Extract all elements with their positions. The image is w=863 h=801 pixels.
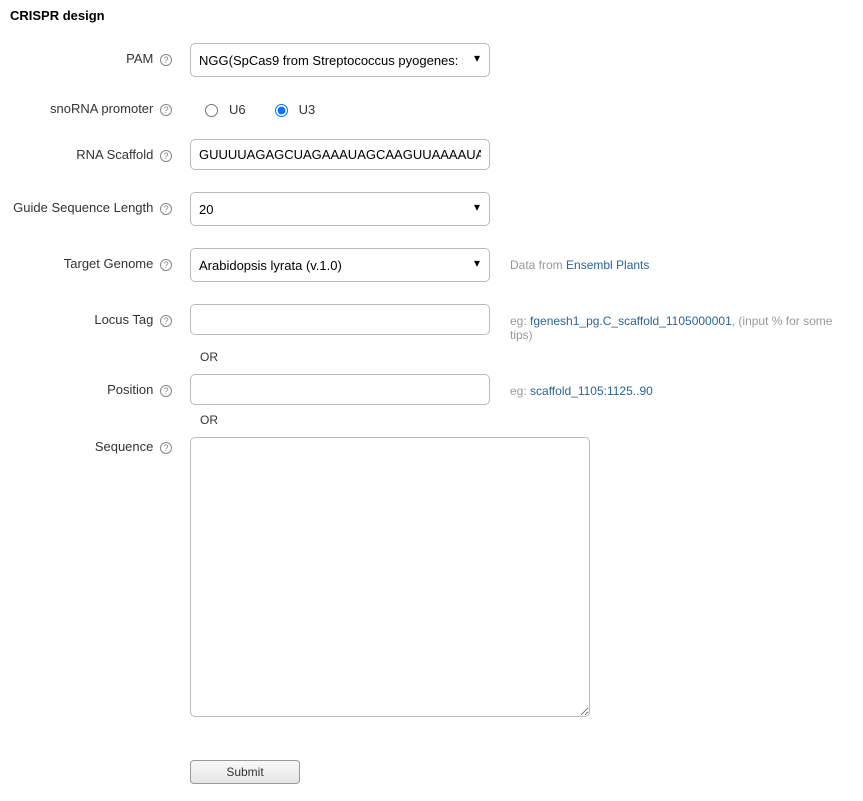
label-snorna-text: snoRNA promoter [50,101,153,116]
radio-u6-label: U6 [229,102,246,117]
hint-locus-prefix: eg: [510,314,530,328]
pam-select-wrap: NGG(SpCas9 from Streptococcus pyogenes: … [190,43,490,77]
label-snorna: snoRNA promoter ? [10,99,190,116]
radio-u3-label: U3 [299,102,316,117]
label-target-genome-text: Target Genome [64,256,154,271]
hint-position: eg: scaffold_1105:1125..90 [490,374,853,398]
help-icon[interactable]: ? [160,385,172,397]
row-snorna: snoRNA promoter ? U6 U3 [10,99,853,117]
help-icon[interactable]: ? [160,150,172,162]
label-rna-scaffold-text: RNA Scaffold [76,147,153,162]
help-icon[interactable]: ? [160,54,172,66]
row-pam: PAM ? NGG(SpCas9 from Streptococcus pyog… [10,43,853,77]
position-example-link[interactable]: scaffold_1105:1125..90 [530,384,653,398]
hint-locus-tag: eg: fgenesh1_pg.C_scaffold_1105000001, (… [490,304,853,342]
guide-len-select-wrap: 20 [190,192,490,226]
radio-u6-input[interactable] [205,104,218,117]
label-pam: PAM ? [10,43,190,66]
label-sequence: Sequence ? [10,437,190,454]
label-rna-scaffold: RNA Scaffold ? [10,139,190,162]
help-icon[interactable]: ? [160,104,172,116]
radio-u6[interactable]: U6 [200,101,246,117]
guide-len-select[interactable]: 20 [190,192,490,226]
radio-u3-input[interactable] [275,104,288,117]
label-position-text: Position [107,382,153,397]
label-locus-tag: Locus Tag ? [10,304,190,327]
label-guide-len-text: Guide Sequence Length [13,200,153,215]
help-icon[interactable]: ? [160,315,172,327]
or-separator-1: OR [190,350,853,374]
locus-tag-input[interactable] [190,304,490,335]
submit-button[interactable]: Submit [190,760,300,784]
hint-target-genome-prefix: Data from [510,258,566,272]
label-position: Position ? [10,374,190,397]
locus-tag-example-link[interactable]: fgenesh1_pg.C_scaffold_1105000001 [530,314,732,328]
position-input[interactable] [190,374,490,405]
label-locus-tag-text: Locus Tag [94,312,153,327]
snorna-radio-group: U6 U3 [190,99,490,117]
label-sequence-text: Sequence [95,439,154,454]
pam-select[interactable]: NGG(SpCas9 from Streptococcus pyogenes: … [190,43,490,77]
row-guide-len: Guide Sequence Length ? 20 [10,192,853,226]
page-title: CRISPR design [10,8,853,23]
row-rna-scaffold: RNA Scaffold ? [10,139,853,170]
row-position: Position ? eg: scaffold_1105:1125..90 [10,374,853,405]
help-icon[interactable]: ? [160,442,172,454]
ensembl-plants-link[interactable]: Ensembl Plants [566,258,649,272]
hint-target-genome: Data from Ensembl Plants [490,248,853,272]
help-icon[interactable]: ? [160,203,172,215]
row-locus-tag: Locus Tag ? eg: fgenesh1_pg.C_scaffold_1… [10,304,853,342]
label-pam-text: PAM [126,51,153,66]
target-genome-select[interactable]: Arabidopsis lyrata (v.1.0) [190,248,490,282]
rna-scaffold-input[interactable] [190,139,490,170]
radio-u3[interactable]: U3 [270,101,316,117]
or-separator-2: OR [190,413,853,437]
help-icon[interactable]: ? [160,259,172,271]
label-guide-len: Guide Sequence Length ? [10,192,190,215]
sequence-textarea[interactable] [190,437,590,717]
hint-position-prefix: eg: [510,384,530,398]
row-sequence: Sequence ? [10,437,853,720]
row-target-genome: Target Genome ? Arabidopsis lyrata (v.1.… [10,248,853,282]
target-genome-select-wrap: Arabidopsis lyrata (v.1.0) [190,248,490,282]
label-target-genome: Target Genome ? [10,248,190,271]
